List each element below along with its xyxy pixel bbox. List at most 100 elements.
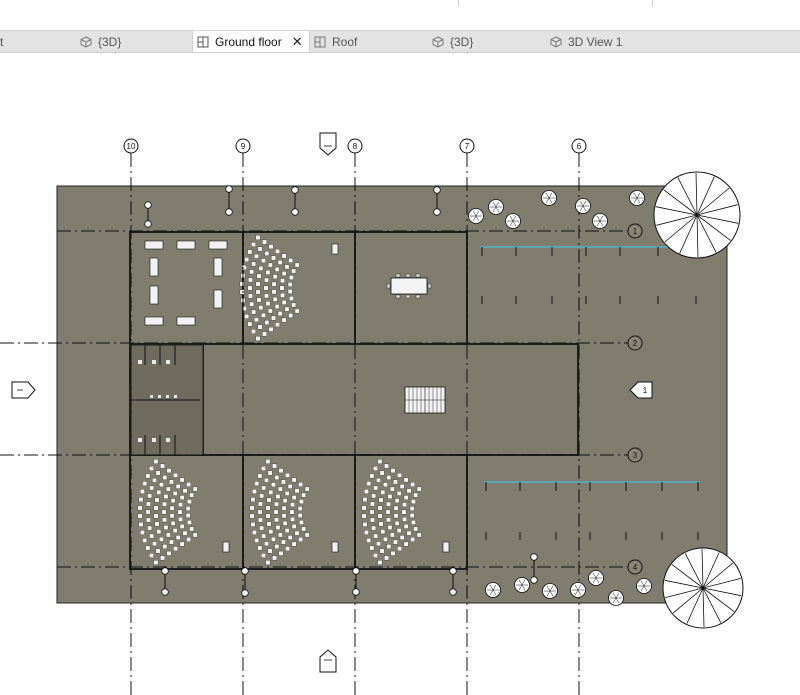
seat	[373, 553, 378, 558]
seat	[288, 313, 294, 318]
seat	[159, 482, 164, 488]
seat	[373, 485, 379, 491]
seat	[186, 537, 192, 542]
seat	[366, 538, 372, 543]
seat	[411, 499, 416, 504]
tab-3d-view-1[interactable]: 3D View 1	[550, 31, 622, 52]
section-marker-left[interactable]	[11, 381, 36, 399]
seat	[257, 473, 263, 479]
seat	[384, 555, 389, 561]
seat	[170, 520, 176, 526]
seat	[272, 555, 277, 561]
seat	[284, 306, 290, 312]
seat	[187, 499, 192, 504]
seat	[254, 481, 260, 486]
seat	[299, 520, 304, 525]
seat	[287, 289, 293, 294]
seat	[287, 535, 293, 540]
seat	[261, 466, 266, 471]
seat	[389, 486, 395, 492]
seat	[265, 513, 271, 519]
seat	[244, 314, 250, 319]
seat	[281, 300, 287, 305]
seat	[282, 498, 288, 504]
seat	[265, 270, 271, 275]
view-tab-bar: t {3D} Ground floor ✕ Roof {3D} 3D View …	[0, 31, 800, 53]
tab-label: {3D}	[450, 34, 474, 49]
seat	[386, 517, 391, 523]
seat	[416, 486, 422, 492]
seat	[274, 501, 279, 507]
seat	[252, 489, 257, 494]
seat	[272, 296, 278, 302]
tab-3d-view[interactable]: {3D}	[80, 31, 121, 52]
seat	[284, 491, 290, 496]
seat	[377, 560, 383, 565]
seat	[369, 509, 375, 515]
seat	[301, 526, 307, 532]
seat	[411, 520, 416, 525]
seat	[153, 505, 159, 511]
seat	[282, 520, 288, 526]
section-marker-top[interactable]	[319, 132, 337, 156]
tab-3d-view[interactable]: {3D}	[432, 31, 473, 52]
tab-roof[interactable]: Roof	[314, 31, 357, 52]
floor-plan-icon	[197, 36, 209, 47]
seat	[267, 470, 273, 476]
seat	[380, 529, 386, 535]
seat	[254, 538, 260, 543]
seat	[294, 308, 300, 314]
restroom-block	[130, 344, 204, 456]
tab-partial[interactable]: t	[0, 31, 3, 52]
seat	[399, 484, 405, 489]
seat	[380, 489, 386, 495]
seat	[275, 525, 281, 530]
close-icon[interactable]: ✕	[292, 34, 303, 50]
seat	[163, 494, 169, 499]
seat	[378, 497, 384, 503]
seat	[247, 249, 253, 255]
seat	[185, 513, 191, 518]
grid-bubble-label: 3	[633, 451, 638, 460]
seat	[287, 484, 293, 489]
seat	[145, 545, 151, 551]
seat	[265, 459, 271, 464]
seat	[153, 513, 159, 519]
top-ribbon-strip	[0, 0, 800, 31]
seat	[297, 506, 303, 511]
seat	[403, 524, 409, 529]
drawing-canvas[interactable]: 1 10 9 8 7 6 1 2 3 4	[0, 53, 800, 695]
light-post-head	[225, 208, 233, 216]
light-post-head	[144, 220, 152, 228]
seat	[399, 535, 405, 540]
seat	[261, 258, 266, 264]
seat	[263, 285, 269, 291]
3d-view-icon	[432, 35, 444, 48]
seat	[137, 505, 143, 511]
seat	[162, 517, 167, 523]
seat	[284, 528, 290, 533]
tab-ground-floor[interactable]: Ground floor ✕	[192, 31, 310, 52]
seat	[299, 499, 304, 504]
light-post-head	[291, 186, 299, 194]
seat	[138, 497, 144, 502]
tab-label: 3D View 1	[568, 34, 623, 49]
seat	[289, 296, 294, 301]
seat	[387, 494, 393, 499]
seat	[256, 273, 262, 279]
seat	[251, 242, 256, 247]
seat	[394, 498, 400, 504]
seat	[281, 317, 287, 323]
seat	[256, 297, 262, 303]
seat	[271, 482, 276, 488]
seat	[254, 253, 259, 259]
floor-plan-drawing[interactable]: 1 10 9 8 7 6 1 2 3 4	[0, 53, 800, 695]
seat	[178, 502, 183, 508]
seat	[268, 489, 274, 495]
seat	[255, 281, 261, 287]
section-marker-bottom[interactable]	[319, 649, 337, 673]
seat	[274, 475, 280, 480]
seat	[271, 536, 276, 542]
seat	[397, 472, 402, 478]
tab-label: Ground floor	[215, 34, 282, 49]
